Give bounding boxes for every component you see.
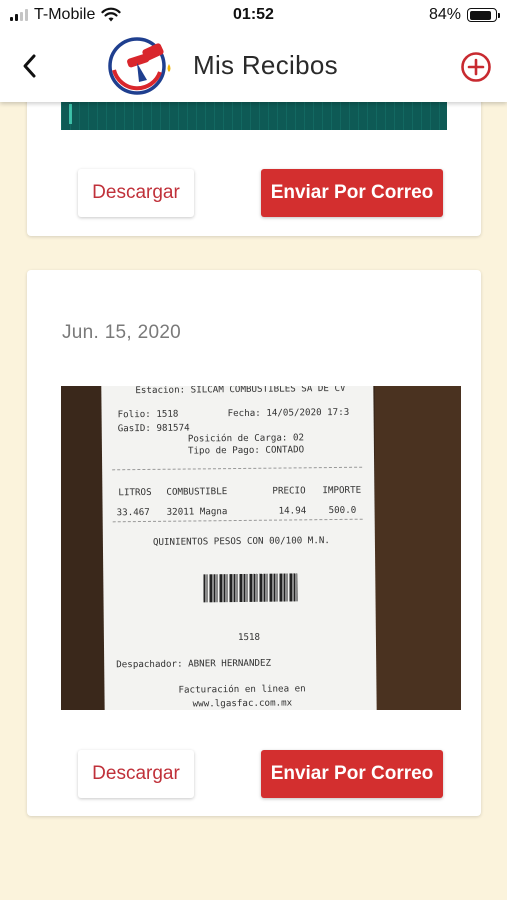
status-right: 84% <box>428 6 500 24</box>
send-email-button[interactable]: Enviar Por Correo <box>261 169 443 217</box>
page-title: Mis Recibos <box>193 50 338 80</box>
ticket-col-precio: PRECIO <box>272 485 306 497</box>
ticket-row-litros: 33.467 <box>116 506 150 519</box>
ticket-row-importe: 500.0 <box>328 504 357 517</box>
ticket-row-precio: 14.94 <box>278 505 307 517</box>
receipt-card: Jun. 15, 2020 Estacion: SILCAM COMBUSTIB… <box>27 270 481 816</box>
receipt-image[interactable]: Estacion: SILCAM COMBUSTIBLES SA DE CV F… <box>61 386 461 710</box>
ticket-col-litros: LITROS <box>118 486 152 499</box>
ticket-despachador: Despachador: ABNER HERNANDEZ <box>116 657 272 671</box>
ticket-posicion: Posición de Carga: 02 <box>187 432 305 445</box>
receipt-date: Jun. 15, 2020 <box>62 322 182 343</box>
ticket-divider <box>112 466 363 471</box>
ticket-gasid: GasID: 981574 <box>117 422 190 435</box>
ticket-folio: Folio: 1518 <box>117 408 179 421</box>
barcode <box>203 573 298 603</box>
chevron-left-icon <box>23 54 36 78</box>
receipt-image[interactable] <box>61 100 447 130</box>
ticket-fecha: Fecha: 14/05/2020 17:3 <box>227 406 350 420</box>
battery-percent: 84% <box>428 6 461 23</box>
app-header: Mis Recibos <box>0 30 507 102</box>
ticket-col-combustible: COMBUSTIBLE <box>166 486 228 498</box>
back-button[interactable] <box>14 50 46 82</box>
ticket-barcode-number: 1518 <box>237 631 261 644</box>
send-email-button[interactable]: Enviar Por Correo <box>261 750 443 798</box>
ticket-col-importe: IMPORTE <box>322 484 362 497</box>
add-receipt-button[interactable] <box>459 50 493 84</box>
ticket-website: www.lgasfac.com.mx <box>192 697 293 710</box>
ticket-station: Estacion: SILCAM COMBUSTIBLES SA DE CV <box>135 386 346 397</box>
plus-circle-icon <box>461 52 491 82</box>
ticket-row-combustible: 32011 Magna <box>166 506 228 518</box>
fuel-pump-logo <box>108 37 171 95</box>
ticket-tipo-pago: Tipo de Pago: CONTADO <box>187 444 305 457</box>
ticket-facturacion: Facturación en linea en <box>178 683 306 696</box>
download-button[interactable]: Descargar <box>78 750 194 798</box>
download-button[interactable]: Descargar <box>78 169 194 217</box>
battery-fill <box>469 10 491 20</box>
ticket-divider <box>112 518 363 523</box>
battery-icon <box>467 8 500 22</box>
status-bar: T-Mobile 01:52 84% <box>0 0 507 30</box>
ticket-amount-text: QUINIENTOS PESOS CON 00/100 M.N. <box>152 535 330 548</box>
receipt-paper: Estacion: SILCAM COMBUSTIBLES SA DE CV F… <box>101 386 377 710</box>
